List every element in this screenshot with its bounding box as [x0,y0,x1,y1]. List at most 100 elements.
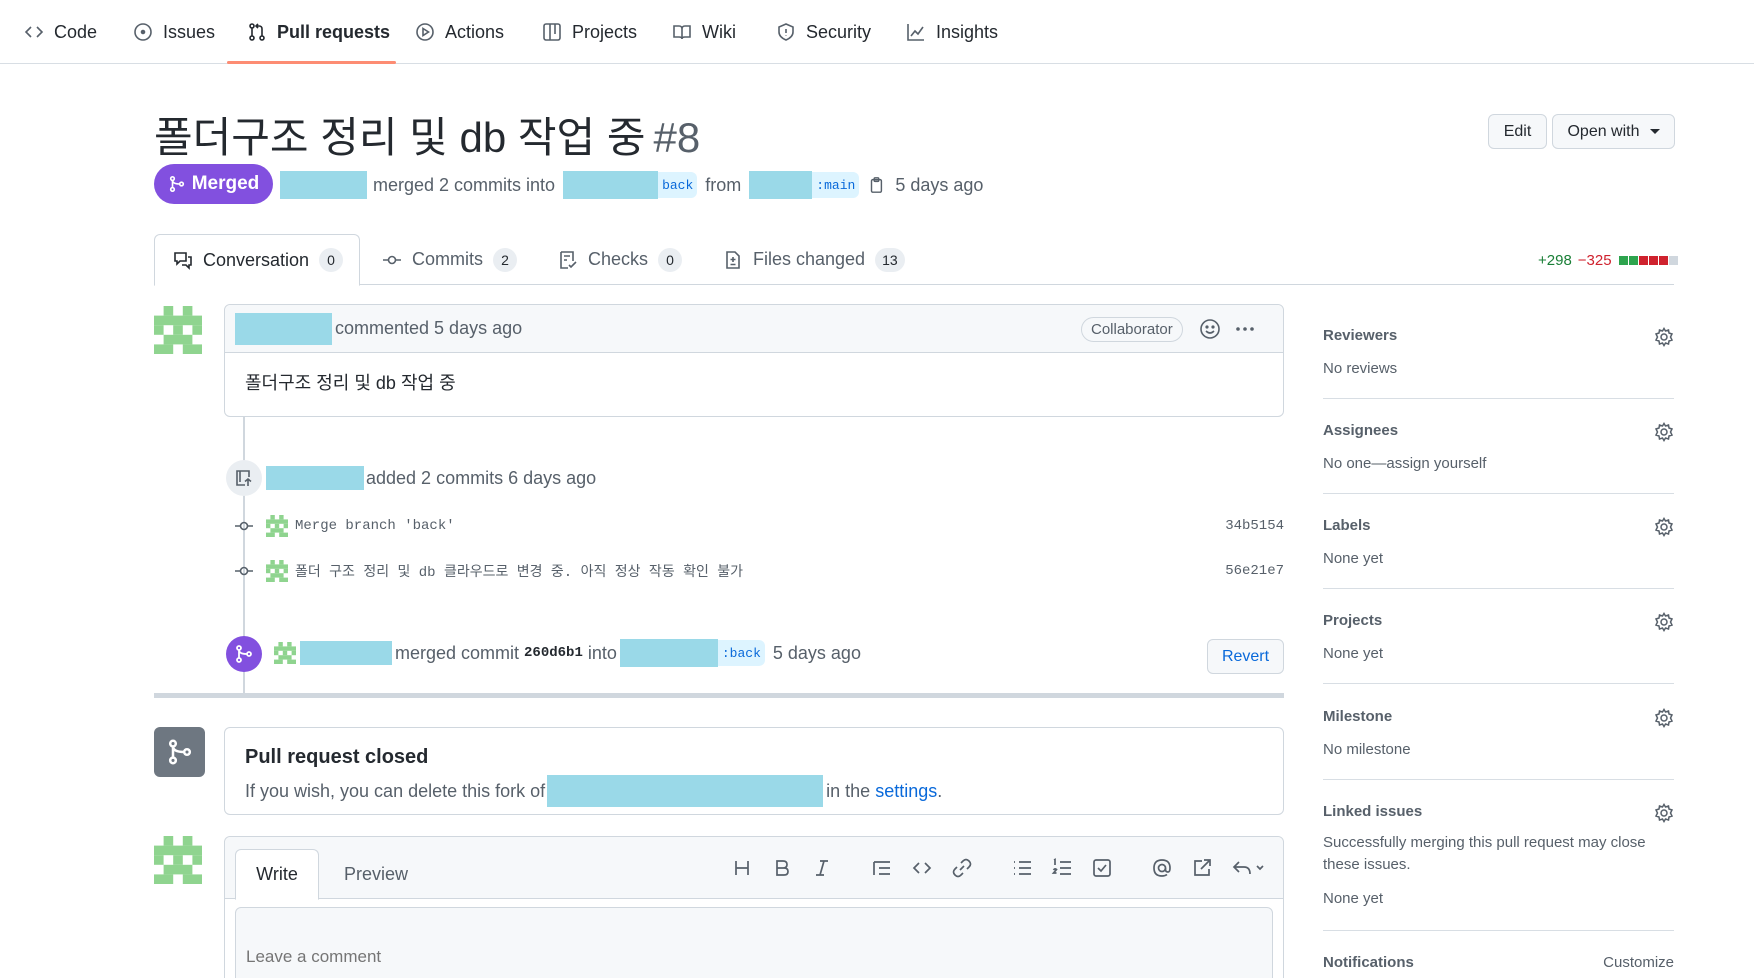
diffstat-block [1638,256,1648,265]
settings-link[interactable]: settings [875,781,937,802]
base-branch[interactable]: back [658,172,698,198]
copy-icon[interactable] [867,176,885,194]
bold-icon[interactable] [771,857,793,879]
tab-files-changed[interactable]: Files changed 13 [723,234,905,285]
comment-editor: Write Preview [224,836,1284,978]
merged-event-badge [226,636,262,672]
editor-header: Write Preview [225,837,1283,900]
avatar[interactable] [274,642,296,664]
edit-button[interactable]: Edit [1488,114,1547,149]
gear-icon[interactable] [1654,612,1674,632]
fork-name-redacted [547,775,824,807]
pusher-redacted[interactable] [266,466,364,490]
checklist-icon [560,250,577,269]
sidebar-assignees: Assignees No one—assign yourself [1323,422,1674,494]
head-branch[interactable]: :main [812,172,860,198]
sidebar-reviewers-title[interactable]: Reviewers [1323,327,1674,344]
table-icon [543,23,561,41]
customize-link[interactable]: Customize [1603,954,1674,971]
diffstat-block [1618,256,1628,265]
comment-body: 폴더구조 정리 및 db 작업 중 [245,373,456,393]
bulleted-list-icon[interactable] [1011,857,1033,879]
tab-code-label: Code [54,21,98,42]
tab-issues[interactable]: Issues [133,0,215,64]
heading-icon[interactable] [731,857,753,879]
avatar[interactable] [154,306,202,354]
open-with-button[interactable]: Open with [1552,114,1675,149]
from-text: from [705,174,742,195]
commit-row: Merge branch 'back' 34b5154 [234,511,1284,541]
merge-text: merged 2 commits into [373,174,556,195]
gear-icon[interactable] [1654,517,1674,537]
gear-icon[interactable] [1654,708,1674,728]
tab-pull-requests[interactable]: Pull requests [247,0,390,64]
italic-icon[interactable] [811,857,833,879]
book-icon [673,25,691,40]
task-list-icon[interactable] [1091,857,1113,879]
pr-meta: merged 2 commits into back from :main 5 … [280,170,983,200]
merge-commit-sha[interactable]: 260d6b1 [524,645,583,661]
sidebar-notifications: Notifications Customize [1323,954,1674,971]
tab-projects-label: Projects [572,21,638,42]
tab-code[interactable]: Code [24,0,97,64]
quote-icon[interactable] [871,857,893,879]
gear-icon[interactable] [1654,327,1674,347]
merge-event: merged commit 260d6b1 into :back 5 days … [274,637,861,669]
avatar[interactable] [154,836,202,884]
diffstat[interactable]: +298 −325 [1538,252,1678,269]
revert-button[interactable]: Revert [1207,639,1284,674]
status-badge: Merged [154,164,273,204]
comment-header: commented 5 days ago Collaborator [225,305,1283,353]
tab-projects[interactable]: Projects [542,0,637,64]
reply-icon[interactable] [1231,857,1265,879]
avatar[interactable] [266,515,288,537]
gear-icon[interactable] [1654,803,1674,823]
sidebar-linked-issues-title[interactable]: Linked issues [1323,803,1674,820]
tab-insights[interactable]: Insights [906,0,998,64]
diffstat-block [1658,256,1668,265]
link-icon[interactable] [951,857,973,879]
commit-row: 폴더 구조 정리 및 db 클라우드로 변경 중. 아직 정상 작동 확인 불가… [234,556,1284,586]
sidebar-assignees-title[interactable]: Assignees [1323,422,1674,439]
sidebar-labels-title[interactable]: Labels [1323,517,1674,534]
commit-message[interactable]: Merge branch 'back' [295,518,455,534]
notifications-title: Notifications [1323,954,1414,971]
comment-action: commented 5 days ago [335,318,523,338]
author-redacted[interactable] [280,171,367,199]
tab-checks[interactable]: Checks 0 [558,234,683,285]
avatar[interactable] [266,560,288,582]
tab-preview[interactable]: Preview [329,849,423,900]
reference-icon[interactable] [1191,857,1213,879]
tab-checks-label: Checks [588,249,649,269]
files-changed-count: 13 [875,247,905,272]
tab-pull-requests-label: Pull requests [277,21,391,42]
tab-actions[interactable]: Actions [415,0,504,64]
repo-nav: Code Issues Pull requests Actions Projec… [0,0,1754,64]
merge-target-branch[interactable]: :back [717,640,765,666]
commenter-redacted[interactable] [235,312,332,345]
smiley-icon[interactable] [1199,318,1221,340]
tab-security[interactable]: Security [776,0,871,64]
head-repo-redacted [749,171,813,199]
tab-conversation[interactable]: Conversation 0 [154,234,361,286]
mention-icon[interactable] [1151,857,1173,879]
merge-into-text: into [587,642,617,663]
numbered-list-icon[interactable] [1051,857,1073,879]
sidebar-milestone-title[interactable]: Milestone [1323,708,1674,725]
tab-write[interactable]: Write [235,849,319,900]
sidebar-projects-title[interactable]: Projects [1323,612,1674,629]
merge-time: 5 days ago [895,174,984,195]
merger-redacted[interactable] [300,641,392,665]
commit-sha[interactable]: 34b5154 [1225,518,1284,534]
tab-commits[interactable]: Commits 2 [382,234,517,285]
code-icon[interactable] [911,857,933,879]
commit-message[interactable]: 폴더 구조 정리 및 db 클라우드로 변경 중. 아직 정상 작동 확인 불가 [295,561,743,581]
gear-icon[interactable] [1654,422,1674,442]
sidebar-assignees-value[interactable]: No one—assign yourself [1323,453,1674,475]
kebab-horizontal-icon[interactable] [1234,318,1256,340]
tab-security-label: Security [806,21,872,42]
tab-wiki[interactable]: Wiki [672,0,736,64]
pr-title: 폴더구조 정리 및 db 작업 중 [154,114,646,161]
commit-sha[interactable]: 56e21e7 [1225,563,1284,579]
comment-textarea[interactable] [235,907,1273,978]
